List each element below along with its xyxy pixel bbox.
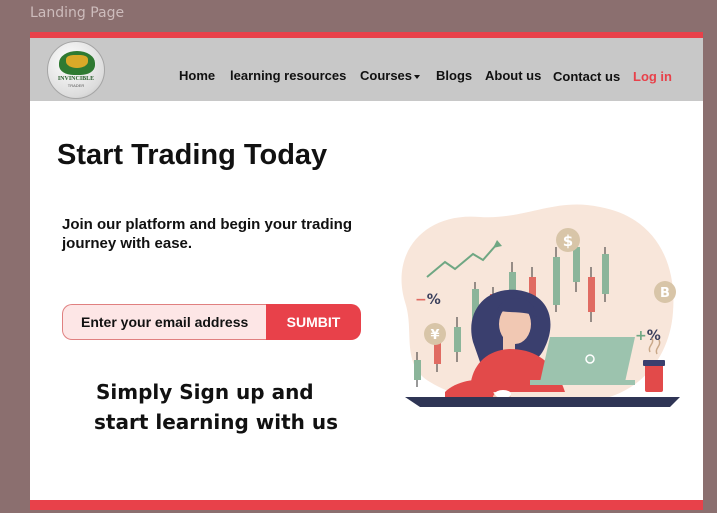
nav-courses[interactable]: Courses [360,68,421,83]
navbar: INVINCIBLE TRADER Home learning resource… [30,38,703,101]
frame-label: Landing Page [30,5,125,21]
nav-learning-resources[interactable]: learning resources [230,68,346,83]
nav-contact-us[interactable]: Contact us [553,69,620,84]
logo-subtext: TRADER [67,83,85,88]
svg-text:$: $ [563,232,573,250]
yen-coin-icon: ¥ [424,323,446,345]
submit-button[interactable]: SUMBIT [266,304,361,340]
landing-page: INVINCIBLE TRADER Home learning resource… [30,32,703,510]
svg-text:B: B [660,286,670,301]
hero-subtitle: Join our platform and begin your trading… [62,216,353,252]
bull-icon [66,55,88,68]
tagline-line-2: start learning with us [94,410,338,434]
login-link[interactable]: Log in [633,69,672,84]
signup-form: SUMBIT [62,304,361,340]
svg-text:¥: ¥ [430,328,439,343]
bitcoin-coin-icon: B [654,281,676,303]
laptop-icon [540,337,635,382]
desk [405,397,680,407]
dollar-coin-icon: $ [556,228,580,252]
logo[interactable]: INVINCIBLE TRADER [47,41,105,99]
bottom-accent-stripe [30,500,703,510]
trading-illustration: $ B ¥ −% +% [401,204,680,407]
plus-percent-icon: +% [635,328,661,344]
email-input[interactable] [62,304,272,340]
chevron-down-icon [414,74,421,79]
tagline: Simply Sign up and start learning with u… [94,377,338,437]
nav-about-us[interactable]: About us [485,68,541,83]
hero-title: Start Trading Today [57,139,328,171]
minus-percent-icon: −% [415,292,441,308]
nav-blogs[interactable]: Blogs [436,68,472,83]
tagline-line-1: Simply Sign up and [96,380,314,404]
nav-courses-label: Courses [360,68,413,83]
nav-home[interactable]: Home [179,68,215,83]
logo-text: INVINCIBLE [57,76,95,82]
